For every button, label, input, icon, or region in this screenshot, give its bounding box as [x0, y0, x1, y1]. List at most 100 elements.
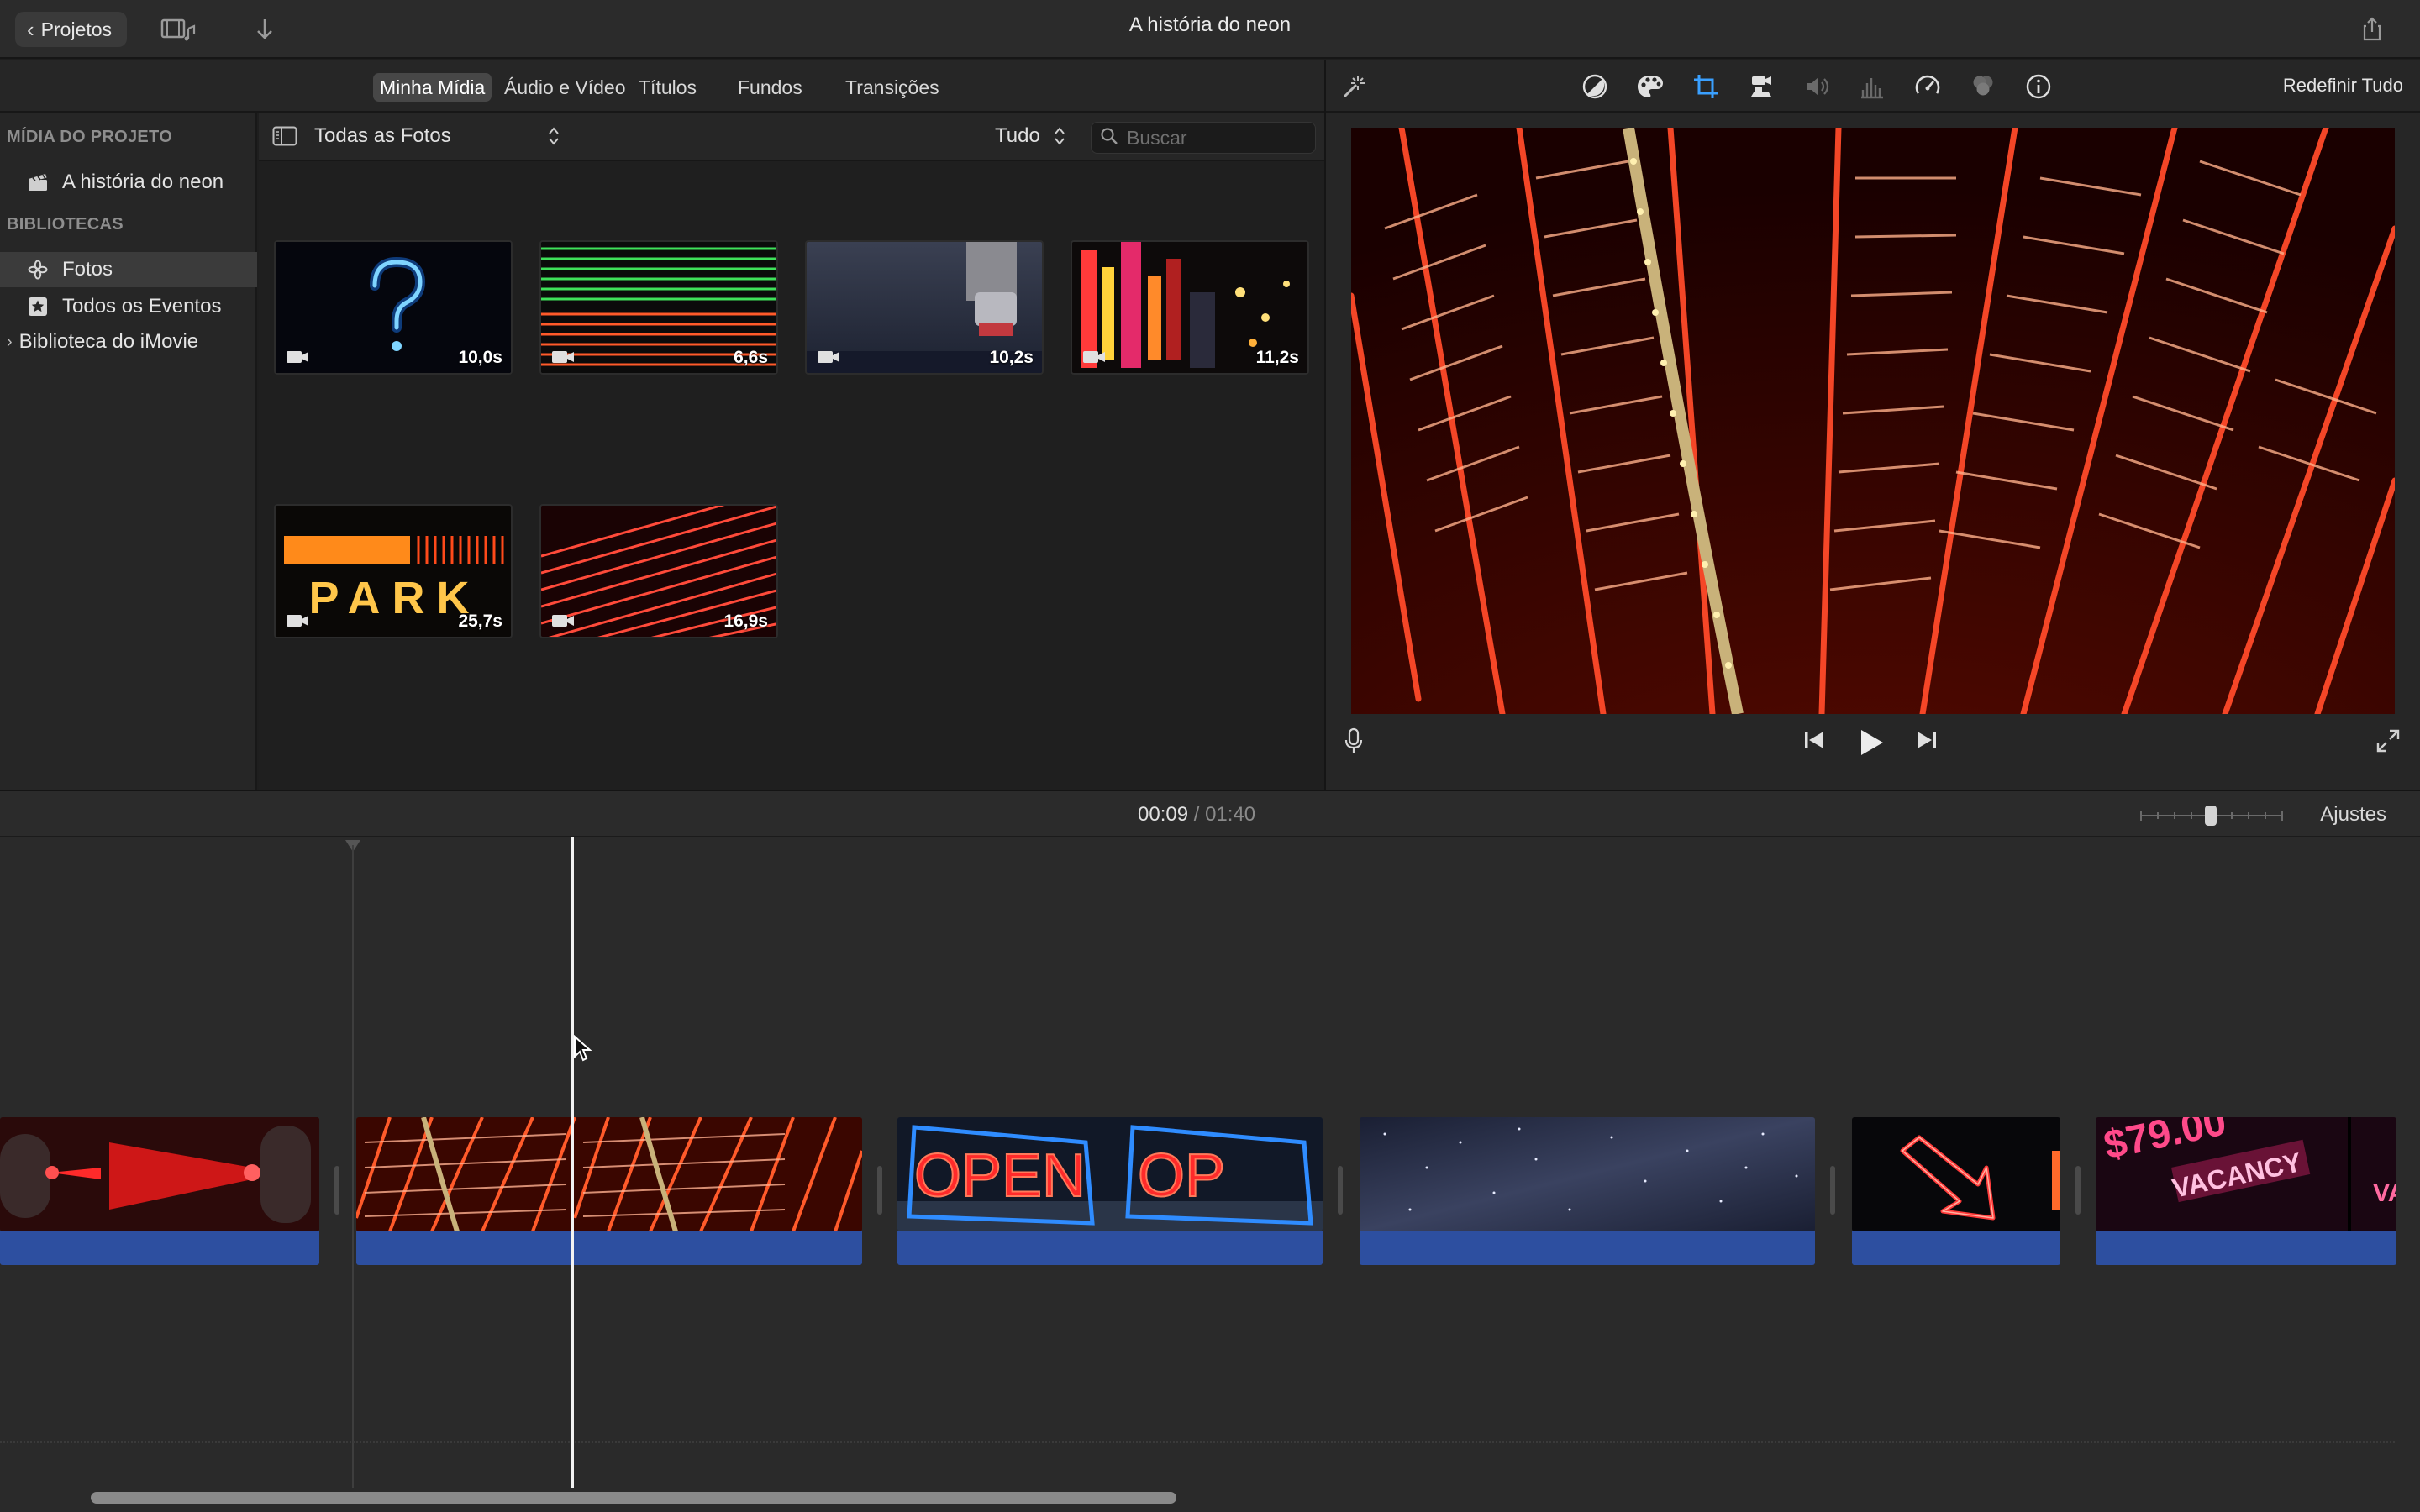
play-icon[interactable] [1855, 727, 1886, 758]
disclosure-icon[interactable]: › [7, 333, 13, 352]
timeline-clip-thumbnail [1852, 1117, 2060, 1231]
search-input[interactable] [1127, 126, 1295, 150]
timeline-clip-thumbnail: $79.00 VACANCY VA [2096, 1117, 2396, 1231]
viewer [1326, 113, 2420, 790]
star-icon [25, 296, 50, 318]
tab-transitions[interactable]: Transições [839, 73, 946, 102]
timeline-clip-audio[interactable] [1360, 1231, 1815, 1265]
info-icon[interactable] [2023, 71, 2054, 102]
speed-icon[interactable] [1912, 71, 1943, 102]
equalizer-icon[interactable] [1857, 71, 1887, 102]
media-clip[interactable]: PARK 25,7s [274, 504, 513, 638]
timeline-clip-thumbnail [356, 1117, 862, 1231]
media-clip[interactable]: 6,6s [539, 240, 778, 375]
timeline-clip-audio[interactable] [897, 1231, 1323, 1265]
clip-trim-handle[interactable] [1338, 1166, 1343, 1215]
stabilization-icon[interactable] [1746, 71, 1776, 102]
skip-forward-icon[interactable] [1914, 727, 1939, 753]
time-separator: / [1193, 803, 1200, 826]
clip-trim-handle[interactable] [877, 1166, 882, 1215]
tab-titles[interactable]: Títulos [632, 73, 703, 102]
sidebar-item-imovie-library-label: Biblioteca do iMovie [18, 330, 199, 353]
clapper-icon [25, 172, 50, 192]
sidebar-toggle-icon[interactable] [272, 126, 297, 150]
timeline-clip-thumbnail [1360, 1117, 1815, 1231]
audio-track-guide [0, 1441, 2395, 1443]
adjustments-bar: Redefinir Tudo [1326, 60, 2420, 113]
media-clip[interactable]: 10,2s [805, 240, 1044, 375]
timeline-clip[interactable]: $79.00 VACANCY VA [2096, 1117, 2396, 1231]
timeline-settings-button[interactable]: Ajustes [2320, 803, 2386, 827]
clip-duration: 10,0s [458, 348, 502, 367]
video-camera-icon [552, 615, 574, 627]
clip-duration: 16,9s [723, 612, 768, 631]
total-time: 01:40 [1205, 803, 1256, 826]
noise-reduction-icon[interactable] [1968, 71, 1998, 102]
viewer-frame[interactable] [1351, 128, 2395, 714]
clip-duration: 10,2s [989, 348, 1034, 367]
skimmer-line [352, 845, 354, 1488]
collection-stepper-icon[interactable] [548, 126, 560, 150]
mouse-cursor-icon [574, 1035, 592, 1062]
color-correction-icon[interactable] [1635, 71, 1665, 102]
browser-tab-bar: Minha Mídia Áudio e Vídeo Títulos Fundos… [0, 60, 1324, 113]
sidebar-item-imovie-library[interactable]: › Biblioteca do iMovie [0, 324, 257, 360]
timeline[interactable]: OPEN OP $79.00 VACANCY V [0, 837, 2420, 1512]
import-down-arrow-icon[interactable] [245, 13, 284, 45]
media-clip[interactable]: 11,2s [1071, 240, 1309, 375]
svg-text:OP: OP [1138, 1142, 1225, 1210]
media-clip[interactable]: 10,0s [274, 240, 513, 375]
tab-my-media[interactable]: Minha Mídia [373, 73, 492, 102]
sidebar-item-photos[interactable]: Fotos [0, 252, 257, 287]
volume-icon[interactable] [1802, 71, 1832, 102]
tab-backgrounds[interactable]: Fundos [731, 73, 809, 102]
media-clip[interactable]: 16,9s [539, 504, 778, 638]
scope-selector[interactable]: Tudo [995, 124, 1040, 148]
timeline-clip-audio[interactable] [356, 1231, 862, 1265]
open-sign-text: OPEN [914, 1142, 1086, 1210]
sidebar-item-all-events-label: Todos os Eventos [62, 295, 222, 318]
microphone-icon[interactable] [1343, 727, 1365, 756]
zoom-slider[interactable] [2139, 805, 2284, 827]
timeline-clip-thumbnail: OPEN OP [897, 1117, 1323, 1231]
libraries-header: BIBLIOTECAS [7, 215, 124, 234]
skip-back-icon[interactable] [1802, 727, 1827, 753]
media-browser-toggle-icon[interactable] [160, 13, 198, 45]
sidebar-item-project[interactable]: A história do neon [0, 165, 257, 200]
timeline-clip-audio[interactable] [1852, 1231, 2060, 1265]
magic-wand-icon[interactable] [1338, 71, 1368, 102]
timeline-clip-audio[interactable] [0, 1231, 319, 1265]
timeline-clip[interactable] [1852, 1117, 2060, 1231]
timeline-clip[interactable] [1360, 1117, 1815, 1231]
color-balance-icon[interactable] [1580, 71, 1610, 102]
projects-back-button[interactable]: ‹ Projetos [15, 12, 128, 47]
scope-stepper-icon[interactable] [1054, 126, 1065, 150]
horizontal-scrollbar[interactable] [91, 1492, 1176, 1504]
share-icon[interactable] [2353, 13, 2391, 45]
clip-trim-handle[interactable] [2075, 1166, 2081, 1215]
tab-audio-video[interactable]: Áudio e Vídeo [497, 73, 633, 102]
sidebar-item-all-events[interactable]: Todos os Eventos [0, 289, 257, 324]
collection-selector[interactable]: Todas as Fotos [314, 124, 451, 148]
clip-duration: 6,6s [734, 348, 768, 367]
video-camera-icon [1083, 351, 1105, 363]
crop-icon[interactable] [1691, 71, 1721, 102]
timeline-clip[interactable] [0, 1117, 319, 1231]
timeline-clip[interactable]: OPEN OP [897, 1117, 1323, 1231]
timecode: 00:09 / 01:40 [1138, 803, 1255, 827]
clip-duration: 25,7s [458, 612, 502, 631]
clip-trim-handle[interactable] [1830, 1166, 1835, 1215]
reset-all-button[interactable]: Redefinir Tudo [2283, 75, 2403, 97]
clip-trim-handle[interactable] [334, 1166, 339, 1215]
playhead[interactable] [571, 837, 574, 1488]
sidebar-item-project-label: A história do neon [62, 171, 224, 193]
park-sign-text: PARK [308, 573, 481, 623]
fullscreen-icon[interactable] [2375, 727, 2402, 754]
search-icon [1100, 127, 1118, 150]
search-field[interactable] [1091, 122, 1316, 154]
timeline-clip[interactable] [356, 1117, 862, 1231]
window-title: A história do neon [1128, 13, 1292, 36]
timeline-clip-thumbnail [0, 1117, 319, 1231]
video-camera-icon [552, 351, 574, 363]
timeline-clip-audio[interactable] [2096, 1231, 2396, 1265]
